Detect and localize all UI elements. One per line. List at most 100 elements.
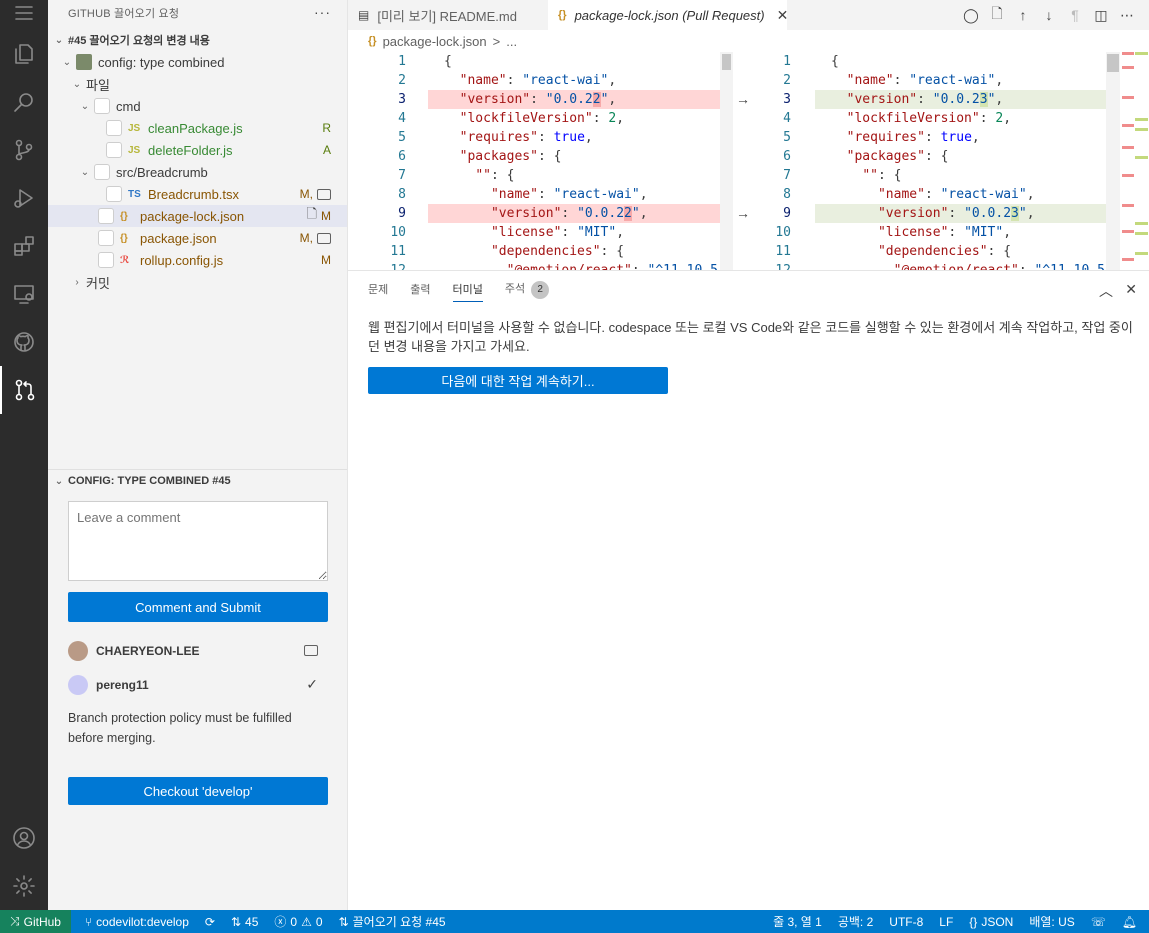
keyboard-layout[interactable]: 배열: US <box>1021 913 1082 930</box>
scrollbar-thumb[interactable] <box>1107 54 1119 72</box>
code-line[interactable]: 11 "dependencies": { <box>348 242 733 261</box>
code-line[interactable]: 12 "@emotion/react": "^11.10.5", <box>348 261 733 270</box>
github-icon[interactable] <box>0 318 48 366</box>
tree-commit-node[interactable]: ⌄ config: type combined <box>48 51 347 73</box>
breadcrumb-file[interactable]: package-lock.json <box>383 34 487 49</box>
left-scrollbar[interactable] <box>720 52 733 270</box>
pull-requests-icon[interactable] <box>0 366 48 414</box>
notifications-bell-icon[interactable]: 🔔︎ <box>1114 915 1149 929</box>
code-line[interactable]: 4 "lockfileVersion": 2, <box>348 109 733 128</box>
cursor-position[interactable]: 줄 3, 열 1 <box>765 913 830 930</box>
revert-arrow-icon[interactable]: → <box>736 205 750 221</box>
open-file-icon[interactable]: 🗋 <box>307 205 317 227</box>
comment-textarea[interactable] <box>68 501 328 581</box>
tree-file-package-lock[interactable]: {} package-lock.json 🗋 M <box>48 205 347 227</box>
file-checkbox[interactable] <box>106 186 122 202</box>
breadcrumb-symbol[interactable]: ... <box>506 34 517 49</box>
tree-file-package-json[interactable]: {} package.json M, <box>48 227 347 249</box>
code-line[interactable]: 6 "packages": { <box>733 147 1107 166</box>
account-icon[interactable] <box>0 814 48 862</box>
diff-original-pane[interactable]: 1{2 "name": "react-wai", 3 "version": "0.… <box>348 52 733 270</box>
code-line[interactable]: 8 "name": "react-wai", <box>733 185 1107 204</box>
more-actions-icon[interactable]: ⋯ <box>1117 7 1137 24</box>
code-line[interactable]: 7 "": { <box>733 166 1107 185</box>
scrollbar-thumb[interactable] <box>722 54 731 70</box>
right-scrollbar[interactable] <box>1106 52 1120 270</box>
code-line[interactable]: 6 "packages": { <box>348 147 733 166</box>
file-checkbox[interactable] <box>106 120 122 136</box>
pr-changes-section-header[interactable]: ⌄ #45 끌어오기 요청의 변경 내용 <box>48 29 347 51</box>
folder-checkbox[interactable] <box>94 98 110 114</box>
current-pr-item[interactable]: ⇅ 끌어오기 요청 #45 <box>331 913 454 930</box>
sync-item[interactable]: ⟳ <box>197 915 223 929</box>
diff-modified-pane[interactable]: 1{2 "name": "react-wai", 3 "version": "0.… <box>733 52 1107 270</box>
explorer-icon[interactable] <box>0 30 48 78</box>
tree-folder-cmd[interactable]: ⌄ cmd <box>48 95 347 117</box>
code-line[interactable]: 3 "version": "0.0.23", <box>733 90 1107 109</box>
code-line[interactable]: 2 "name": "react-wai", <box>733 71 1107 90</box>
arrow-up-icon[interactable]: ↑ <box>1013 7 1033 23</box>
pr-count-item[interactable]: ⇅ 45 <box>223 915 266 929</box>
source-control-icon[interactable] <box>0 126 48 174</box>
arrow-down-icon[interactable]: ↓ <box>1039 7 1059 23</box>
remote-indicator[interactable]: ⤨ GitHub <box>0 910 71 933</box>
checkout-branch-button[interactable]: Checkout 'develop' <box>68 777 328 805</box>
file-checkbox[interactable] <box>98 208 114 224</box>
end-of-line[interactable]: LF <box>931 915 961 929</box>
tree-folder-breadcrumb[interactable]: ⌄ src/Breadcrumb <box>48 161 347 183</box>
tab-terminal[interactable]: 터미널 <box>452 281 483 302</box>
tab-comments[interactable]: 주석 2 <box>505 280 550 299</box>
maximize-panel-icon[interactable]: ︿ <box>1099 281 1113 301</box>
code-line[interactable]: 5 "requires": true, <box>733 128 1107 147</box>
file-checkbox[interactable] <box>98 230 114 246</box>
code-line[interactable]: 1{ <box>733 52 1107 71</box>
tree-commits-node[interactable]: › 커밋 <box>48 271 347 293</box>
code-line[interactable]: 4 "lockfileVersion": 2, <box>733 109 1107 128</box>
revert-arrow-icon[interactable]: → <box>736 91 750 107</box>
code-line[interactable]: 12 "@emotion/react": "^11.10.5", <box>733 261 1107 270</box>
tab-output[interactable]: 출력 <box>410 281 430 297</box>
tree-file-rollup-config[interactable]: ℛ rollup.config.js M <box>48 249 347 271</box>
close-icon[interactable]: ✕ <box>777 7 789 24</box>
code-line[interactable]: 10 "license": "MIT", <box>733 223 1107 242</box>
code-line[interactable]: 9 "version": "0.0.23", <box>733 204 1107 223</box>
resolve-check-icon[interactable]: ◯ <box>961 7 981 24</box>
menu-icon[interactable] <box>0 0 48 26</box>
indentation[interactable]: 공백: 2 <box>830 913 881 930</box>
code-line[interactable]: 10 "license": "MIT", <box>348 223 733 242</box>
file-checkbox[interactable] <box>98 252 114 268</box>
code-line[interactable]: 7 "": { <box>348 166 733 185</box>
split-editor-icon[interactable]: ◫ <box>1091 7 1111 24</box>
code-line[interactable]: 11 "dependencies": { <box>733 242 1107 261</box>
language-mode[interactable]: {} JSON <box>961 915 1021 929</box>
tree-file-deletefolder[interactable]: JS deleteFolder.js A <box>48 139 347 161</box>
tree-file-cleanpackage[interactable]: JS cleanPackage.js R <box>48 117 347 139</box>
whitespace-icon[interactable]: ¶ <box>1065 7 1085 23</box>
description-section-header[interactable]: ⌄ CONFIG: TYPE COMBINED #45 <box>48 470 347 492</box>
more-actions-icon[interactable]: ··· <box>314 4 331 20</box>
search-icon[interactable] <box>0 78 48 126</box>
code-line[interactable]: 1{ <box>348 52 733 71</box>
extensions-icon[interactable] <box>0 222 48 270</box>
problems-item[interactable]: ⓧ 0 ⚠ 0 <box>266 913 330 930</box>
code-line[interactable]: 5 "requires": true, <box>348 128 733 147</box>
feedback-icon[interactable]: ☏ <box>1083 915 1114 929</box>
open-file-icon[interactable]: 🗋 <box>987 3 1007 27</box>
folder-checkbox[interactable] <box>94 164 110 180</box>
tab-readme-preview[interactable]: ▤ [미리 보기] README.md <box>348 0 548 30</box>
tab-package-lock-pr[interactable]: {} package-lock.json (Pull Request) ✕ <box>548 0 788 30</box>
close-panel-icon[interactable]: ✕ <box>1125 281 1137 298</box>
file-checkbox[interactable] <box>106 142 122 158</box>
encoding[interactable]: UTF-8 <box>881 915 931 929</box>
remote-explorer-icon[interactable] <box>0 270 48 318</box>
reviewer-name[interactable]: pereng11 <box>96 678 149 692</box>
tab-problems[interactable]: 문제 <box>368 281 388 297</box>
branch-item[interactable]: ⑂ codevilot:develop <box>77 915 197 929</box>
continue-working-button[interactable]: 다음에 대한 작업 계속하기... <box>368 367 668 394</box>
reviewer-name[interactable]: CHAERYEON-LEE <box>96 644 200 658</box>
run-debug-icon[interactable] <box>0 174 48 222</box>
code-line[interactable]: 9 "version": "0.0.22", <box>348 204 733 223</box>
tree-file-breadcrumb-tsx[interactable]: TS Breadcrumb.tsx M, <box>48 183 347 205</box>
comment-submit-button[interactable]: Comment and Submit <box>68 592 328 622</box>
settings-gear-icon[interactable] <box>0 862 48 910</box>
